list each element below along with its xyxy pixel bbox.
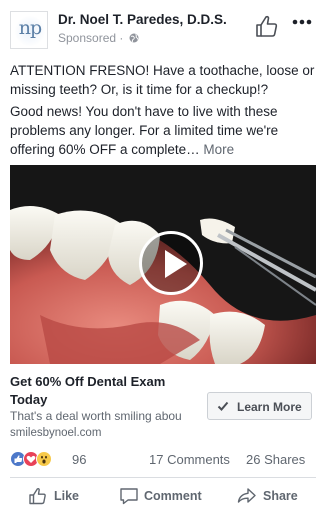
reaction-count[interactable]: 96 (72, 452, 86, 467)
link-domain: smilesbynoel.com (10, 427, 102, 439)
learn-more-label: Learn More (237, 400, 302, 414)
like-page-button[interactable] (254, 13, 280, 39)
engagement-stats: 96 17 Comments 26 Shares (10, 448, 316, 470)
link-preview-card[interactable]: Get 60% Off Dental Exam Today That's a d… (10, 368, 316, 444)
share-arrow-icon (237, 488, 256, 503)
link-title[interactable]: Get 60% Off Dental Exam Today (10, 373, 200, 409)
post-header: np Dr. Noel T. Paredes, D.D.S. Sponsored… (0, 0, 322, 56)
share-button[interactable]: Share (237, 486, 307, 506)
link-description: That's a deal worth smiling abou (10, 409, 182, 423)
like-label: Like (54, 489, 80, 503)
meta-separator: · (119, 31, 124, 45)
comment-bubble-icon (120, 488, 138, 505)
more-options-button[interactable] (290, 12, 314, 34)
page-name-link[interactable]: Dr. Noel T. Paredes, D.D.S. (58, 12, 227, 27)
wow-reaction-icon (36, 451, 52, 467)
shares-count[interactable]: 26 Shares (246, 452, 305, 467)
sponsored-row: Sponsored · (58, 31, 139, 45)
thumbs-up-icon (29, 488, 46, 505)
checkmark-icon (217, 401, 229, 411)
play-button[interactable] (139, 231, 203, 295)
thumbs-up-outline-icon (256, 15, 278, 37)
ellipsis-icon (292, 19, 312, 25)
comment-label: Comment (144, 489, 202, 503)
comments-count[interactable]: 17 Comments (149, 452, 230, 467)
share-label: Share (263, 489, 298, 503)
post-text-truncated: Good news! You don't have to live with t… (10, 104, 279, 157)
like-button[interactable]: Like (28, 486, 88, 506)
reactions-summary[interactable] (10, 450, 70, 468)
post-actions-bar: Like Comment Share (0, 478, 322, 514)
comment-button[interactable]: Comment (119, 486, 209, 506)
avatar-logo-text: np (18, 17, 42, 39)
sponsored-label[interactable]: Sponsored (58, 31, 116, 45)
video-player[interactable] (10, 165, 316, 364)
page-avatar[interactable]: np (10, 11, 48, 49)
post-text-paragraph: ATTENTION FRESNO! Have a toothache, loos… (10, 63, 315, 97)
post-text-paragraph: Good news! You don't have to live with t… (10, 102, 316, 159)
globe-icon (129, 33, 139, 43)
see-more-link[interactable]: More (203, 142, 234, 157)
play-icon (165, 250, 187, 278)
learn-more-button[interactable]: Learn More (207, 392, 312, 420)
